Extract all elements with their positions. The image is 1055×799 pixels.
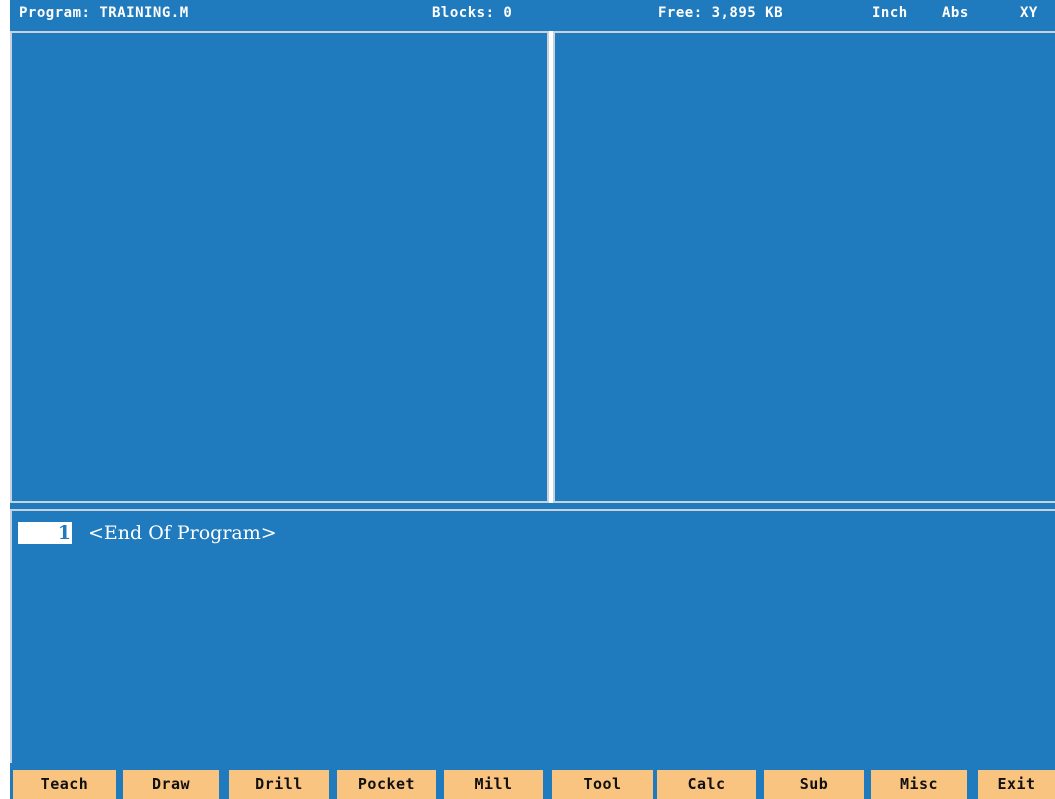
- cnc-screen: Program: TRAINING.M Blocks: 0 Free: 3,89…: [0, 0, 1055, 799]
- status-bar: Program: TRAINING.M Blocks: 0 Free: 3,89…: [10, 0, 1055, 31]
- program-name: Program: TRAINING.M: [19, 5, 189, 21]
- exit-button[interactable]: Exit: [978, 770, 1055, 799]
- mill-button[interactable]: Mill: [444, 770, 543, 799]
- units-indicator: Inch: [872, 5, 908, 21]
- program-listing: 1 <End Of Program>: [10, 509, 1055, 763]
- teach-button[interactable]: Teach: [13, 770, 116, 799]
- draw-button[interactable]: Draw: [123, 770, 219, 799]
- graphics-view-left: [10, 31, 549, 503]
- pocket-button[interactable]: Pocket: [337, 770, 436, 799]
- misc-button[interactable]: Misc: [871, 770, 967, 799]
- drill-button[interactable]: Drill: [229, 770, 329, 799]
- calc-button[interactable]: Calc: [657, 770, 756, 799]
- block-count: Blocks: 0: [432, 5, 513, 21]
- tool-button[interactable]: Tool: [552, 770, 653, 799]
- sub-button[interactable]: Sub: [764, 770, 864, 799]
- mode-indicator: Abs: [942, 5, 969, 21]
- softkey-bar: Teach Draw Drill Pocket Mill Tool Calc S…: [10, 763, 1055, 799]
- plane-indicator: XY: [1020, 5, 1038, 21]
- program-block-row[interactable]: 1 <End Of Program>: [18, 521, 277, 545]
- block-number-cursor[interactable]: 1: [18, 522, 72, 544]
- free-memory: Free: 3,895 KB: [658, 5, 784, 21]
- block-text: <End Of Program>: [88, 522, 277, 544]
- graphics-view-right: [553, 31, 1055, 503]
